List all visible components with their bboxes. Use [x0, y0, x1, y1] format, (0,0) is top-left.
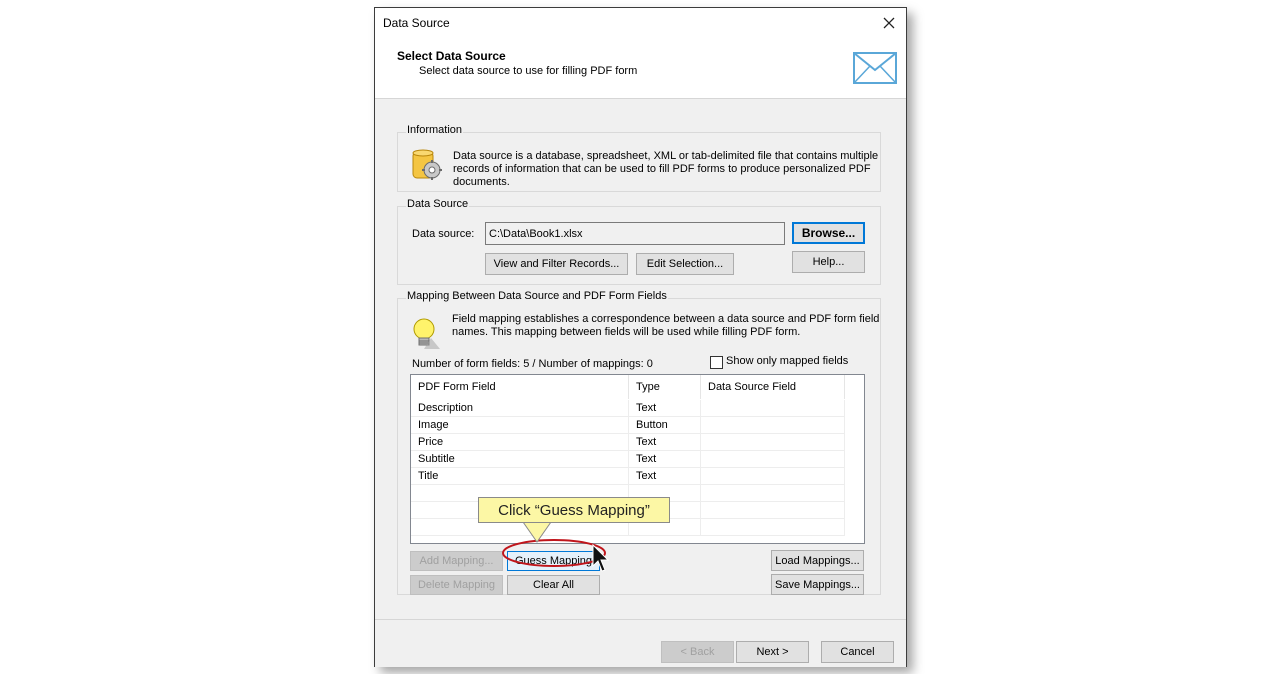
title-bar: Data Source: [375, 8, 906, 38]
mapping-description-2: names. This mapping between fields will …: [452, 326, 801, 338]
wizard-body: Information Data source is a database, s…: [375, 99, 906, 619]
help-button[interactable]: Help...: [792, 251, 865, 273]
mapping-count: Number of form fields: 5 / Number of map…: [412, 358, 653, 370]
information-legend: Information: [406, 124, 464, 136]
information-text-1: Data source is a database, spreadsheet, …: [453, 150, 879, 162]
data-source-path-field[interactable]: [485, 222, 785, 245]
cell-type: Text: [629, 451, 701, 468]
table-row[interactable]: Image Button: [411, 417, 864, 434]
show-only-mapped-checkbox[interactable]: Show only mapped fields: [710, 355, 880, 371]
instruction-callout: Click “Guess Mapping”: [478, 497, 670, 523]
wizard-footer: < Back Next > Cancel: [375, 619, 906, 667]
cell-source: [701, 400, 845, 417]
add-mapping-button[interactable]: Add Mapping...: [410, 551, 503, 571]
save-mappings-button[interactable]: Save Mappings...: [771, 574, 864, 595]
delete-mapping-button[interactable]: Delete Mapping: [410, 575, 503, 595]
callout-pointer: [522, 522, 552, 543]
column-header-data-source-field[interactable]: Data Source Field: [701, 375, 845, 399]
cell-type: Button: [629, 417, 701, 434]
cell-source: [701, 485, 845, 502]
mapping-legend: Mapping Between Data Source and PDF Form…: [406, 290, 668, 302]
wizard-header: Select Data Source Select data source to…: [375, 38, 906, 99]
data-source-dialog: Data Source Select Data Source Select da…: [374, 7, 907, 667]
load-mappings-button[interactable]: Load Mappings...: [771, 550, 864, 571]
view-and-filter-records-button[interactable]: View and Filter Records...: [485, 253, 628, 275]
close-icon[interactable]: [880, 14, 898, 32]
envelope-icon: [853, 52, 897, 84]
next-button[interactable]: Next >: [736, 641, 809, 663]
information-text-2: records of information that can be used …: [453, 163, 871, 175]
cell-source: [701, 434, 845, 451]
table-row[interactable]: Price Text: [411, 434, 864, 451]
back-button[interactable]: < Back: [661, 641, 734, 663]
checkbox-box[interactable]: [710, 356, 723, 369]
cell-field: Title: [411, 468, 629, 485]
data-source-legend: Data Source: [406, 198, 470, 210]
cell-type: Text: [629, 468, 701, 485]
column-header-pdf-form-field[interactable]: PDF Form Field: [411, 375, 629, 399]
window-title: Data Source: [383, 16, 450, 30]
mapping-description-1: Field mapping establishes a corresponden…: [452, 313, 880, 325]
cell-type: Text: [629, 434, 701, 451]
mapping-group: Mapping Between Data Source and PDF Form…: [397, 290, 881, 595]
table-row[interactable]: Title Text: [411, 468, 864, 485]
show-only-mapped-label: Show only mapped fields: [726, 355, 849, 367]
cell-field: Price: [411, 434, 629, 451]
cell-type: Text: [629, 400, 701, 417]
cell-field: Subtitle: [411, 451, 629, 468]
cell-source: [701, 519, 845, 536]
page-title: Select Data Source: [397, 49, 506, 63]
list-header: PDF Form Field Type Data Source Field: [411, 375, 864, 399]
cell-source: [701, 502, 845, 519]
cell-field: Description: [411, 400, 629, 417]
clear-all-button[interactable]: Clear All: [507, 575, 600, 595]
page-subtitle: Select data source to use for filling PD…: [419, 65, 638, 77]
cell-source: [701, 451, 845, 468]
database-gear-icon: [412, 149, 442, 180]
table-row[interactable]: Description Text: [411, 400, 864, 417]
data-source-label: Data source:: [412, 228, 475, 240]
cell-source: [701, 468, 845, 485]
edit-selection-button[interactable]: Edit Selection...: [636, 253, 734, 275]
information-group: Information Data source is a database, s…: [397, 124, 881, 192]
cell-field: Image: [411, 417, 629, 434]
browse-button[interactable]: Browse...: [792, 222, 865, 244]
column-header-type[interactable]: Type: [629, 375, 701, 399]
table-row[interactable]: Subtitle Text: [411, 451, 864, 468]
mouse-pointer-icon: [592, 544, 610, 572]
cell-source: [701, 417, 845, 434]
lightbulb-icon: [413, 318, 440, 349]
data-source-group: Data Source Data source: Browse... View …: [397, 198, 881, 285]
information-text-3: documents.: [453, 176, 510, 188]
cancel-button[interactable]: Cancel: [821, 641, 894, 663]
